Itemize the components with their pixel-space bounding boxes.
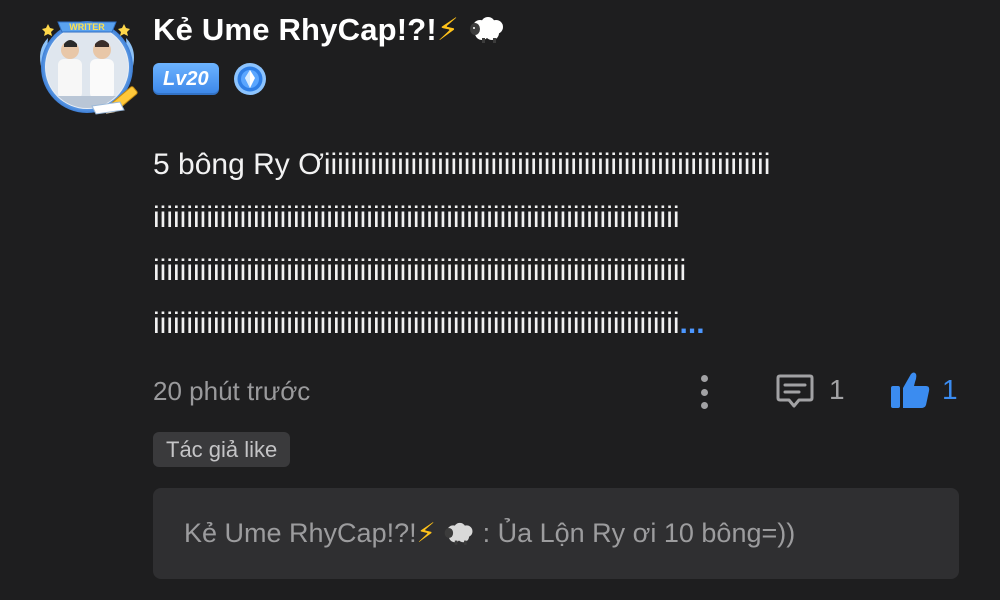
expand-more-link[interactable]: ...	[680, 307, 705, 340]
lightning-emoji: ⚡	[436, 12, 459, 48]
sheep-icon	[444, 522, 473, 545]
avatar[interactable]: WRITER	[34, 10, 140, 116]
reply-preview-text: Kẻ Ume RhyCap!?!⚡ : Ủa Lộn Ry ơi 10 bông…	[184, 518, 795, 549]
more-dot	[700, 388, 708, 396]
comment-card: WRITER Kẻ Ume RhyCap!?!⚡ Lv20 5 bông Ry …	[0, 0, 1000, 600]
reply-preview[interactable]: Kẻ Ume RhyCap!?!⚡ : Ủa Lộn Ry ơi 10 bông…	[153, 488, 959, 579]
more-dot	[700, 375, 708, 382]
author-liked-badge: Tác giả like	[153, 432, 291, 467]
reply-separator: :	[475, 518, 498, 548]
timestamp: 20 phút trước	[153, 376, 311, 406]
reply-message: Ủa Lộn Ry ơi 10 bông=))	[497, 518, 796, 548]
comment-icon	[776, 374, 814, 408]
lightning-emoji: ⚡	[416, 518, 436, 549]
blue-medal-icon	[233, 63, 266, 95]
like-button[interactable]: 1	[888, 368, 958, 412]
comment-body-line: iiiiiiiiiiiiiiiiiiiiiiiiiiiiiiiiiiiiiiii…	[153, 201, 680, 234]
author-badges: Lv20	[153, 62, 267, 96]
author-name[interactable]: Kẻ Ume RhyCap!?!⚡	[153, 12, 506, 48]
comment-body-line: iiiiiiiiiiiiiiiiiiiiiiiiiiiiiiiiiiiiiiii…	[153, 254, 687, 287]
thumbs-up-icon	[891, 372, 930, 408]
author-name-text: Kẻ Ume RhyCap!?!	[153, 12, 437, 47]
reply-author-name[interactable]: Kẻ Ume RhyCap!?!	[184, 518, 417, 548]
level-badge: Lv20	[153, 63, 219, 95]
reply-button[interactable]: 1	[775, 370, 845, 410]
comment-body-line: 5 bông Ry Ơiiiiiiiiiiiiiiiiiiiiiiiiiiiii…	[153, 148, 771, 181]
avatar-frame-label: WRITER	[69, 22, 105, 32]
reply-count: 1	[829, 374, 845, 405]
avatar-image: WRITER	[40, 21, 138, 115]
comment-body-line: iiiiiiiiiiiiiiiiiiiiiiiiiiiiiiiiiiiiiiii…	[153, 307, 680, 340]
comment-body[interactable]: 5 bông Ry Ơiiiiiiiiiiiiiiiiiiiiiiiiiiiii…	[153, 138, 953, 350]
comment-body-line-last: iiiiiiiiiiiiiiiiiiiiiiiiiiiiiiiiiiiiiiii…	[153, 297, 953, 350]
more-dot	[700, 402, 708, 409]
more-options-button[interactable]	[690, 372, 718, 412]
sheep-icon	[469, 17, 503, 43]
like-count: 1	[942, 374, 958, 405]
